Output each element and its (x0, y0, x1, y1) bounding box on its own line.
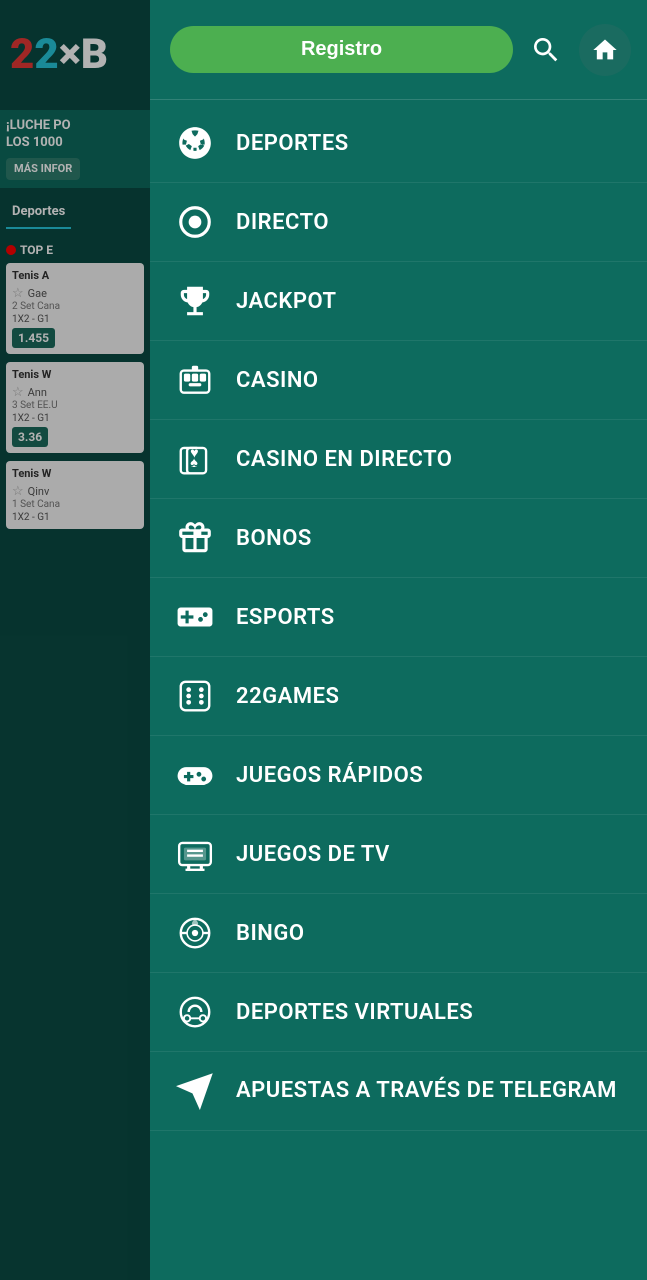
home-icon (591, 36, 619, 64)
menu-item-jackpot[interactable]: JACKPOT (150, 262, 647, 341)
search-button[interactable] (525, 29, 567, 71)
menu-label-juegos-tv: JUEGOS DE TV (236, 842, 390, 867)
menu-item-directo[interactable]: DIRECTO (150, 183, 647, 262)
bingo-ball-icon (174, 912, 216, 954)
virtual-sports-icon (174, 991, 216, 1033)
live-circle-icon (174, 201, 216, 243)
menu-label-esports: ESPORTS (236, 605, 335, 630)
menu-label-deportes: DEPORTES (236, 131, 349, 156)
trophy-icon (174, 280, 216, 322)
menu-label-casino-directo: CASINO EN DIRECTO (236, 447, 452, 472)
telegram-arrow-icon (174, 1070, 216, 1112)
menu-label-casino: CASINO (236, 368, 319, 393)
menu-drawer: Registro DEPORTES (150, 0, 647, 1280)
menu-item-22games[interactable]: 22GAMES (150, 657, 647, 736)
menu-header: Registro (150, 0, 647, 100)
playing-cards-icon: ♠ ♥ (174, 438, 216, 480)
menu-item-bonos[interactable]: BONOS (150, 499, 647, 578)
controller-icon (174, 754, 216, 796)
menu-item-casino-directo[interactable]: ♠ ♥ CASINO EN DIRECTO (150, 420, 647, 499)
registro-button[interactable]: Registro (170, 26, 513, 73)
gift-icon (174, 517, 216, 559)
menu-label-deportes-virtuales: DEPORTES VIRTUALES (236, 1000, 473, 1025)
tv-screen-icon (174, 833, 216, 875)
home-button[interactable] (579, 24, 631, 76)
menu-item-deportes-virtuales[interactable]: DEPORTES VIRTUALES (150, 973, 647, 1052)
menu-item-bingo[interactable]: BINGO (150, 894, 647, 973)
menu-label-juegos-rapidos: JUEGOS RÁPIDOS (236, 763, 423, 788)
slot-machine-icon (174, 359, 216, 401)
search-icon (530, 34, 562, 66)
menu-item-telegram[interactable]: APUESTAS A TRAVÉS DE TELEGRAM (150, 1052, 647, 1131)
menu-items-list: DEPORTES DIRECTO JACKPOT (150, 100, 647, 1280)
menu-label-jackpot: JACKPOT (236, 289, 337, 314)
menu-item-juegos-rapidos[interactable]: JUEGOS RÁPIDOS (150, 736, 647, 815)
menu-label-directo: DIRECTO (236, 210, 329, 235)
gamepad-icon (174, 596, 216, 638)
menu-item-juegos-tv[interactable]: JUEGOS DE TV (150, 815, 647, 894)
menu-label-bonos: BONOS (236, 526, 312, 551)
menu-item-casino[interactable]: CASINO (150, 341, 647, 420)
soccer-ball-icon (174, 122, 216, 164)
menu-label-22games: 22GAMES (236, 684, 339, 709)
dice-icon (174, 675, 216, 717)
menu-label-telegram: APUESTAS A TRAVÉS DE TELEGRAM (236, 1077, 617, 1106)
svg-text:♥: ♥ (190, 445, 198, 461)
menu-item-esports[interactable]: ESPORTS (150, 578, 647, 657)
menu-label-bingo: BINGO (236, 921, 305, 946)
menu-item-deportes[interactable]: DEPORTES (150, 104, 647, 183)
